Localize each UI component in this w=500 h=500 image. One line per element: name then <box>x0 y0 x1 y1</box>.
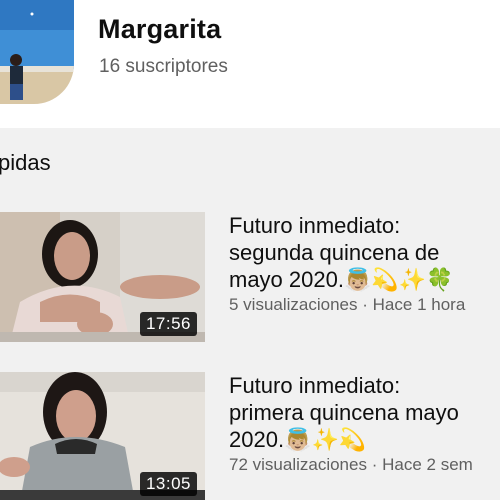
meta-separator: · <box>371 455 378 474</box>
video-duration: 13:05 <box>139 472 197 496</box>
channel-name: Margarita <box>98 14 222 44</box>
upload-age: Hace 2 sem <box>382 455 473 474</box>
video-title-line: segunda quincena de <box>229 240 440 265</box>
upload-age: Hace 1 hora <box>372 295 466 314</box>
video-meta: 5 visualizaciones · Hace 1 hora <box>229 295 465 315</box>
video-title-line: Futuro inmediato: <box>229 373 401 398</box>
video-title-line: primera quincena mayo <box>229 400 459 425</box>
video-meta: 72 visualizaciones · Hace 2 sem <box>229 455 473 475</box>
video-duration: 17:56 <box>139 312 197 336</box>
avatar-photo <box>0 0 74 104</box>
video-thumbnail[interactable]: 13:05 <box>0 372 205 500</box>
video-title-line: mayo 2020.👼🏼💫✨🍀 <box>229 267 454 292</box>
view-count: 5 visualizaciones <box>229 295 358 314</box>
channel-header: Margarita 16 suscriptores <box>0 0 500 128</box>
meta-separator: · <box>362 295 368 314</box>
section-title: pidas <box>0 150 51 175</box>
video-title[interactable]: Futuro inmediato: segunda quincena de ma… <box>229 212 500 293</box>
video-title-line: Futuro inmediato: <box>229 213 401 238</box>
channel-avatar[interactable] <box>0 0 74 104</box>
subscriber-count: 16 suscriptores <box>99 56 228 77</box>
video-title-line: 2020.👼🏼✨💫 <box>229 427 367 452</box>
video-title[interactable]: Futuro inmediato: primera quincena mayo … <box>229 372 500 453</box>
view-count: 72 visualizaciones <box>229 455 367 474</box>
video-thumbnail[interactable]: 17:56 <box>0 212 205 342</box>
